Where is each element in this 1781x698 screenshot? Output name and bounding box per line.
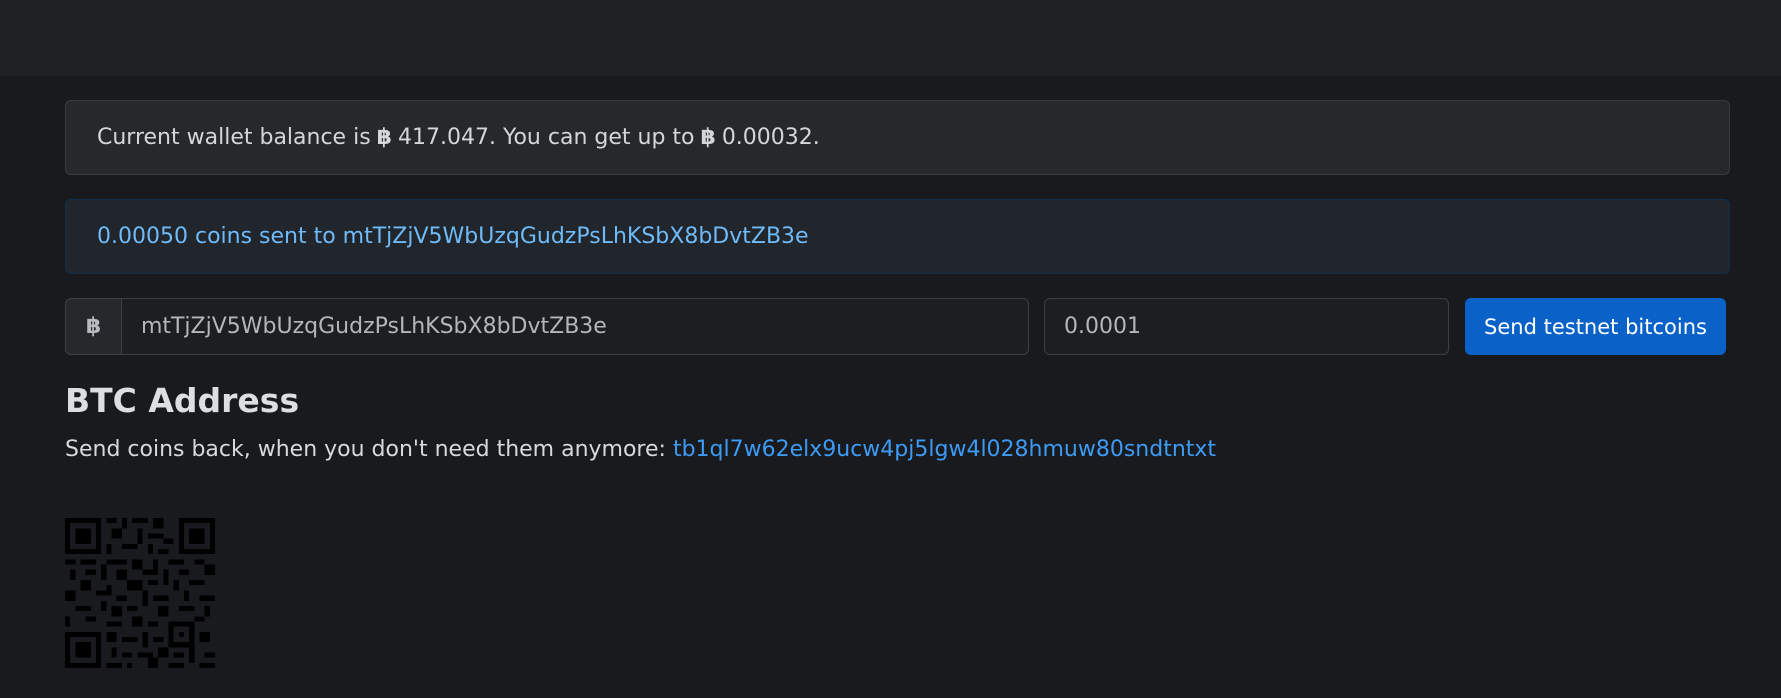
- max-amount-value: 0.00032: [721, 125, 813, 150]
- bitcoin-icon: ฿: [700, 125, 716, 150]
- address-input-group: ฿: [65, 298, 1029, 355]
- bitcoin-icon: ฿: [65, 298, 121, 355]
- balance-value: 417.047: [397, 125, 489, 150]
- send-testnet-bitcoins-button[interactable]: Send testnet bitcoins: [1465, 298, 1726, 355]
- sent-alert: 0.00050 coins sent to mtTjZjV5WbUzqGudzP…: [65, 199, 1730, 274]
- btc-address-heading: BTC Address: [65, 381, 300, 420]
- top-navbar: [0, 0, 1781, 76]
- sent-alert-text: 0.00050 coins sent to mtTjZjV5WbUzqGudzP…: [97, 224, 809, 249]
- return-address-link[interactable]: tb1ql7w62elx9ucw4pj5lgw4l028hmuw80sndtnt…: [673, 437, 1216, 462]
- address-input[interactable]: [120, 298, 1029, 355]
- qr-code-icon: [65, 518, 215, 668]
- bitcoin-icon: ฿: [376, 125, 392, 150]
- amount-input[interactable]: [1044, 298, 1449, 355]
- return-address-line: Send coins back, when you don't need the…: [65, 435, 1730, 465]
- balance-alert: Current wallet balance is ฿ 417.047 . Yo…: [65, 100, 1730, 175]
- return-address-text: Send coins back, when you don't need the…: [65, 437, 666, 462]
- balance-middle: . You can get up to: [488, 125, 695, 150]
- balance-prefix: Current wallet balance is: [97, 125, 371, 150]
- main-container: Current wallet balance is ฿ 417.047 . Yo…: [65, 100, 1730, 465]
- balance-suffix: .: [812, 125, 820, 150]
- send-form: ฿ Send testnet bitcoins: [65, 298, 1730, 355]
